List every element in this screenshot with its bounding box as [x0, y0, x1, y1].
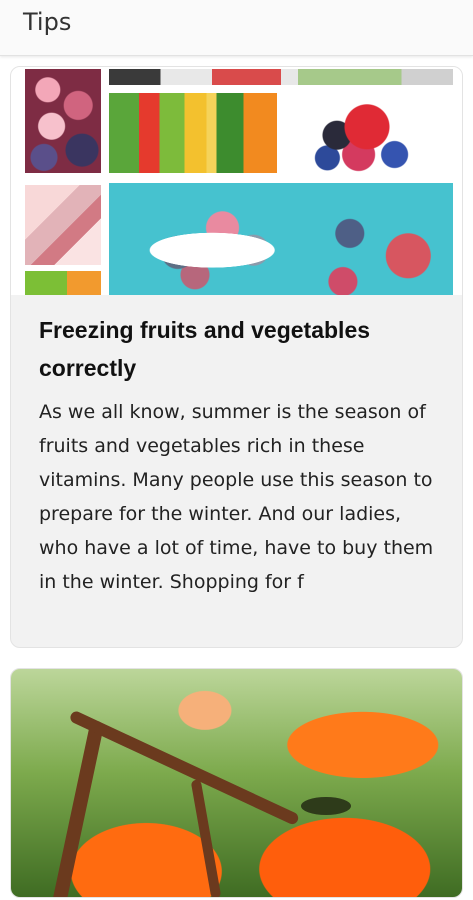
- collage-top-strip-image: [109, 69, 453, 85]
- persimmon-image[interactable]: [11, 669, 462, 897]
- tip-card[interactable]: [10, 668, 463, 898]
- tip-card[interactable]: Freezing fruits and vegetables correctly…: [10, 66, 463, 648]
- frozen-fruit-bowl-image: [109, 183, 453, 295]
- branch-shape: [51, 719, 105, 897]
- persimmon-calyx-shape: [301, 797, 351, 815]
- page-title: Tips: [23, 8, 72, 36]
- branch-shape: [68, 709, 301, 827]
- tip-title[interactable]: Freezing fruits and vegetables correctly: [39, 311, 439, 387]
- tip-card-body: Freezing fruits and vegetables correctly…: [39, 311, 439, 599]
- frozen-vegetables-image: [109, 93, 277, 173]
- branch-shape: [190, 779, 222, 897]
- freezer-bag-image: [25, 185, 101, 265]
- tip-thumbnail[interactable]: [11, 67, 462, 295]
- fresh-berries-image: [301, 89, 421, 173]
- produce-corner-image: [25, 271, 101, 295]
- frozen-berries-image: [25, 69, 101, 173]
- tip-excerpt: As we all know, summer is the season of …: [39, 401, 434, 593]
- tips-feed[interactable]: Freezing fruits and vegetables correctly…: [0, 56, 473, 900]
- app-bar: Tips: [0, 0, 473, 56]
